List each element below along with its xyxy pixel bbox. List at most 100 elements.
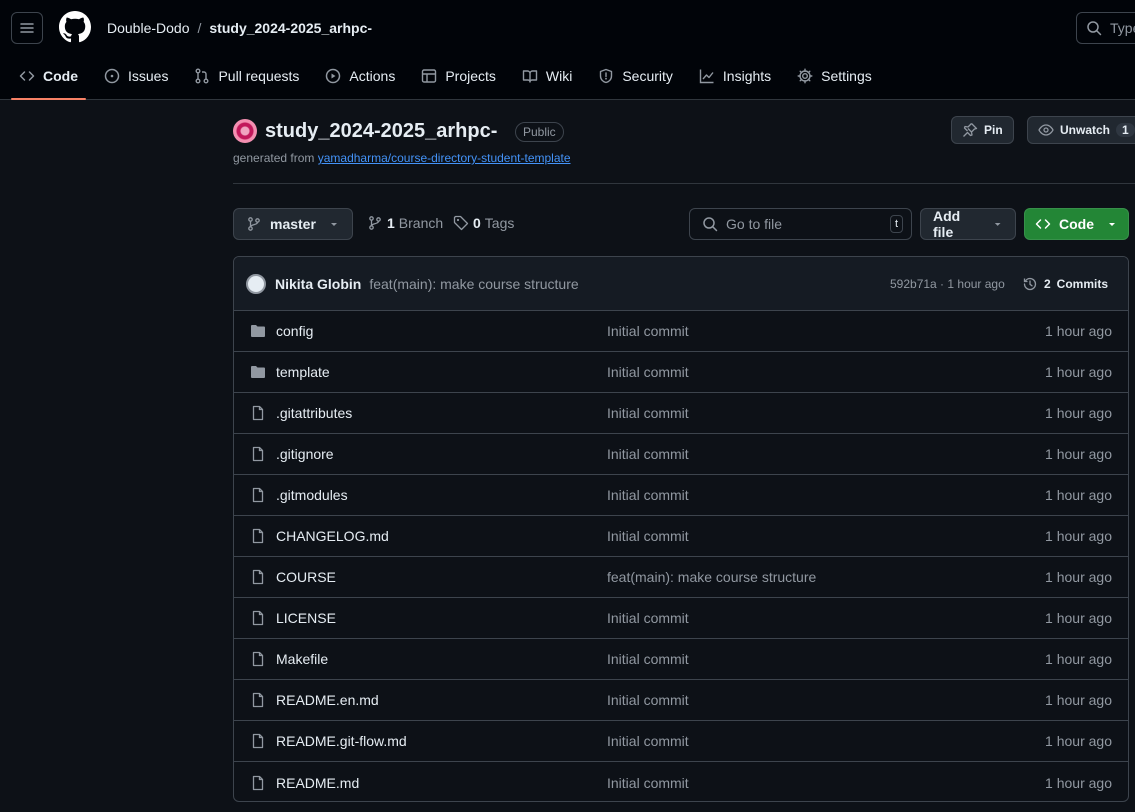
file-commit-message[interactable]: Initial commit [607, 364, 689, 380]
tab-security[interactable]: Security [590, 60, 681, 92]
commits-link[interactable]: 2 Commits [1022, 276, 1108, 292]
table-row[interactable]: Makefile Initial commit 1 hour ago [234, 639, 1128, 680]
file-commit-time: 1 hour ago [1045, 569, 1112, 585]
breadcrumb-repo[interactable]: study_2024-2025_arhpc- [209, 19, 372, 37]
template-link[interactable]: yamadharma/course-directory-student-temp… [318, 151, 571, 165]
file-commit-message[interactable]: Initial commit [607, 405, 689, 421]
folder-icon [251, 325, 265, 337]
file-commit-time: 1 hour ago [1045, 405, 1112, 421]
file-name[interactable]: LICENSE [276, 610, 336, 626]
file-commit-message[interactable]: Initial commit [607, 446, 689, 462]
file-name[interactable]: config [276, 323, 313, 339]
file-commit-message[interactable]: Initial commit [607, 651, 689, 667]
caret-down-icon [331, 223, 337, 226]
file-icon [252, 487, 264, 503]
table-row[interactable]: COURSE feat(main): make course structure 1… [234, 557, 1128, 598]
table-row[interactable]: .gitmodules Initial commit 1 hour ago [234, 475, 1128, 516]
table-row[interactable]: README.git-flow.md Initial commit 1 hour a… [234, 721, 1128, 762]
file-icon [252, 692, 264, 708]
file-commit-message[interactable]: Initial commit [607, 487, 689, 503]
file-name[interactable]: README.md [276, 775, 359, 791]
commits-count: 2 [1043, 276, 1051, 291]
file-commit-time: 1 hour ago [1045, 487, 1112, 503]
go-to-file-input[interactable]: Go to file t [689, 208, 912, 240]
commit-meta[interactable]: 592b71a · 1 hour ago [890, 277, 1005, 291]
table-row[interactable]: README.md Initial commit 1 hour ago [234, 762, 1128, 801]
table-row[interactable]: .gitignore Initial commit 1 hour ago [234, 434, 1128, 475]
file-commit-time: 1 hour ago [1045, 364, 1112, 380]
gear-icon [797, 68, 813, 84]
caret-down-icon [1109, 223, 1115, 226]
tab-projects[interactable]: Projects [413, 60, 504, 92]
shield-icon [600, 68, 613, 84]
tab-pull-requests[interactable]: Pull requests [186, 60, 307, 92]
github-logo-icon[interactable] [59, 11, 91, 43]
tag-icon [453, 215, 469, 231]
hamburger-icon [20, 23, 34, 33]
file-commit-time: 1 hour ago [1045, 692, 1112, 708]
tab-label: Pull requests [218, 68, 300, 84]
file-icon [252, 446, 264, 462]
tab-label: Wiki [545, 68, 573, 84]
tab-code[interactable]: Code [11, 60, 86, 100]
file-name[interactable]: CHANGELOG.md [276, 528, 389, 544]
file-name[interactable]: .gitmodules [276, 487, 348, 503]
branches-link[interactable]: 1 Branch [367, 215, 443, 231]
file-commit-time: 1 hour ago [1045, 774, 1112, 791]
code-button[interactable]: Code [1024, 208, 1129, 240]
file-name[interactable]: .gitignore [276, 446, 334, 462]
file-commit-message[interactable]: Initial commit [607, 775, 689, 791]
add-file-button[interactable]: Add file [920, 208, 1016, 240]
unwatch-button[interactable]: Unwatch 1 [1027, 116, 1135, 144]
file-name[interactable]: Makefile [276, 651, 328, 667]
pin-button[interactable]: Pin [951, 116, 1014, 144]
search-input[interactable]: Type [1076, 12, 1135, 44]
file-name[interactable]: COURSE [276, 569, 336, 585]
file-icon [252, 569, 264, 585]
tab-actions[interactable]: Actions [317, 60, 403, 92]
tab-insights[interactable]: Insights [691, 60, 779, 92]
table-row[interactable]: template Initial commit 1 hour ago [234, 352, 1128, 393]
file-commit-time: 1 hour ago [1045, 610, 1112, 626]
table-row[interactable]: LICENSE Initial commit 1 hour ago [234, 598, 1128, 639]
file-commit-message[interactable]: feat(main): make course structure [607, 569, 816, 585]
tab-label: Code [43, 68, 78, 84]
file-commit-message[interactable]: Initial commit [607, 323, 689, 339]
visibility-badge: Public [515, 122, 564, 142]
table-row[interactable]: config Initial commit 1 hour ago [234, 311, 1128, 352]
tab-wiki[interactable]: Wiki [514, 60, 580, 92]
tags-link[interactable]: 0 Tags [453, 215, 514, 231]
file-commit-message[interactable]: Initial commit [607, 610, 689, 626]
file-name[interactable]: .gitattributes [276, 405, 352, 421]
file-icon [252, 405, 264, 421]
commit-message[interactable]: feat(main): make course structure [369, 276, 578, 292]
breadcrumb-owner[interactable]: Double-Dodo [107, 19, 190, 37]
table-row[interactable]: CHANGELOG.md Initial commit 1 hour ago [234, 516, 1128, 557]
header-divider [233, 183, 1135, 184]
tab-issues[interactable]: Issues [96, 60, 176, 92]
tab-label: Projects [445, 68, 496, 84]
repo-owner-avatar[interactable] [233, 119, 257, 143]
branch-selector[interactable]: master [233, 208, 353, 240]
graph-icon [699, 69, 714, 84]
file-commit-message[interactable]: Initial commit [607, 692, 689, 708]
file-name[interactable]: README.git-flow.md [276, 733, 407, 749]
file-commit-time: 1 hour ago [1045, 446, 1112, 462]
table-row[interactable]: README.en.md Initial commit 1 hour ago [234, 680, 1128, 721]
commits-word: Commits [1056, 276, 1108, 291]
tab-label: Issues [128, 68, 169, 84]
file-name[interactable]: README.en.md [276, 692, 379, 708]
hamburger-menu-button[interactable] [11, 12, 43, 44]
tab-settings[interactable]: Settings [789, 60, 880, 92]
commit-author-avatar[interactable] [246, 273, 266, 294]
repo-title[interactable]: study_2024-2025_arhpc- [265, 120, 497, 143]
tag-word: Tags [484, 215, 515, 231]
commit-author[interactable]: Nikita Globin [275, 276, 361, 292]
file-commit-message[interactable]: Initial commit [607, 528, 689, 544]
file-name[interactable]: template [276, 364, 330, 380]
breadcrumb: Double-Dodo / study_2024-2025_arhpc- [107, 19, 372, 37]
table-row[interactable]: .gitattributes Initial commit 1 hour ago [234, 393, 1128, 434]
file-commit-message[interactable]: Initial commit [607, 733, 689, 749]
file-icon [252, 775, 264, 790]
caret-down-icon [994, 223, 1001, 226]
